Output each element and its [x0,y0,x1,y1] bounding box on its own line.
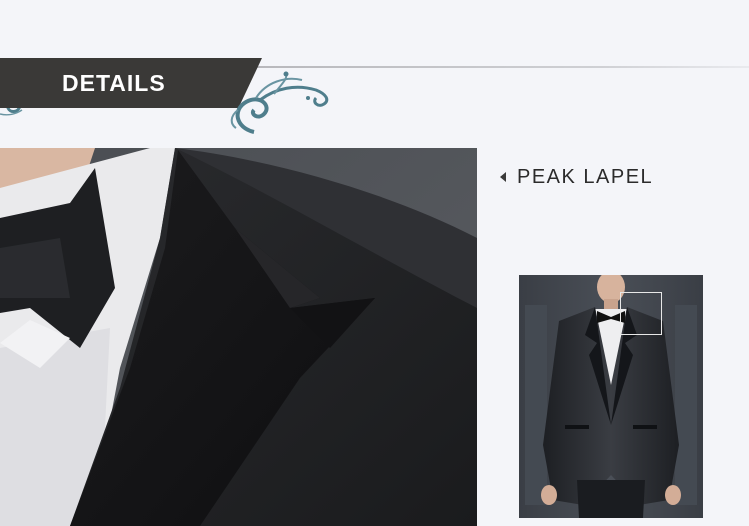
lapel-closeup-photo [0,148,477,526]
details-banner-label: DETAILS [62,70,166,96]
zoom-highlight-box [620,292,662,335]
tuxedo-model-thumbnail [519,275,703,518]
top-divider-line [255,66,749,68]
detail-label: PEAK LAPEL [517,165,654,188]
triangle-left-icon [500,172,506,182]
swirl-ornament-right-icon [230,71,329,134]
detail-heading: PEAK LAPEL [500,164,653,190]
